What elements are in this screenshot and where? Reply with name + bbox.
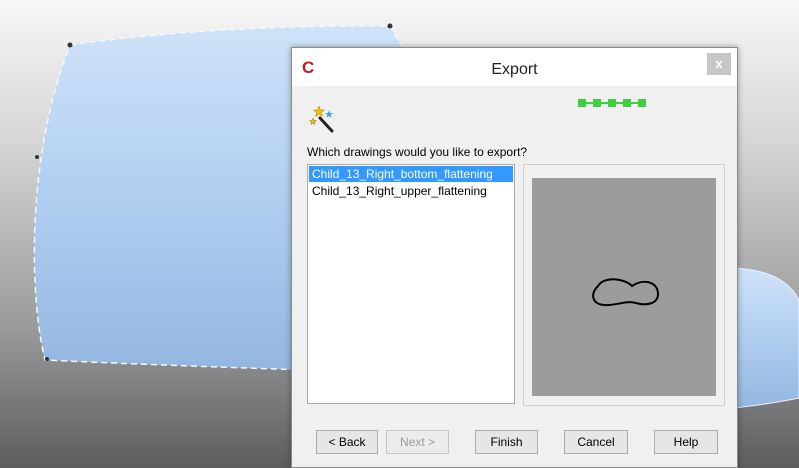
export-prompt: Which drawings would you like to export? [307, 145, 528, 159]
wizard-step-indicator [578, 99, 646, 107]
dialog-title: Export [491, 61, 538, 78]
flattened-outline-shape [592, 278, 660, 307]
close-icon: x [715, 56, 723, 71]
drawing-list[interactable]: Child_13_Right_bottom_flattening Child_1… [307, 164, 515, 404]
next-button[interactable]: Next > [386, 430, 449, 454]
back-button[interactable]: < Back [316, 430, 378, 454]
step-marker [608, 99, 616, 107]
step-marker [593, 99, 601, 107]
step-marker [623, 99, 631, 107]
drawing-preview-frame [523, 164, 725, 406]
dialog-button-row: < Back Next > Finish Cancel Help [292, 430, 737, 454]
close-button[interactable]: x [707, 53, 731, 75]
list-item[interactable]: Child_13_Right_bottom_flattening [309, 166, 513, 182]
drawing-preview [532, 178, 716, 396]
step-marker [638, 99, 646, 107]
cancel-button[interactable]: Cancel [564, 430, 628, 454]
dialog-titlebar[interactable]: C Export x [292, 48, 737, 86]
export-dialog: C Export x Which drawings would you like… [291, 47, 738, 468]
list-item[interactable]: Child_13_Right_upper_flattening [309, 183, 513, 199]
step-marker [578, 99, 586, 107]
magic-wand-icon [308, 104, 338, 134]
help-button[interactable]: Help [654, 430, 718, 454]
finish-button[interactable]: Finish [475, 430, 538, 454]
